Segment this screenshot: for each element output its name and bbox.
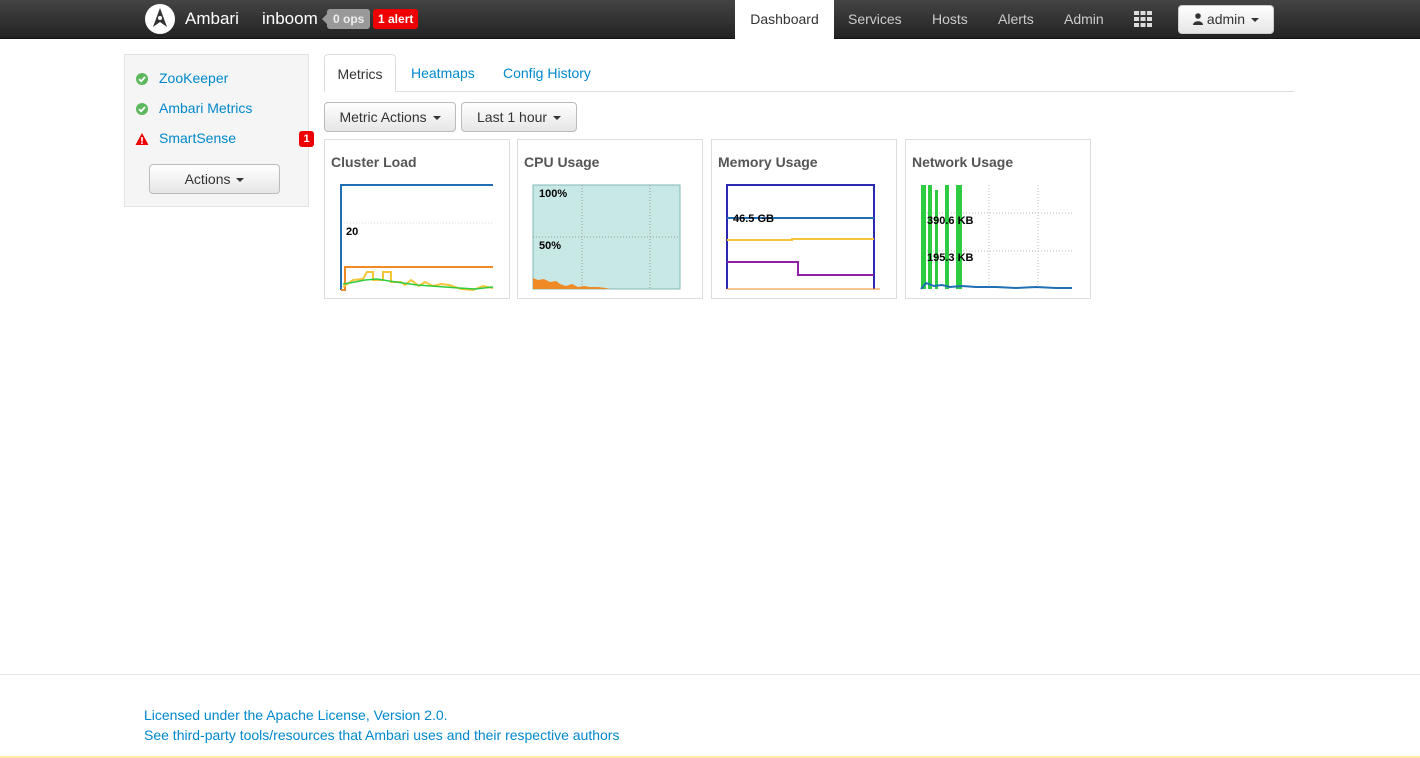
chevron-down-icon [1250,18,1259,23]
tab-heatmaps[interactable]: Heatmaps [411,54,475,92]
nav-hosts[interactable]: Hosts [932,0,968,39]
widget-network-usage[interactable]: Network Usage 390.6 KB 195.3 KB [905,139,1091,299]
chevron-down-icon [432,116,441,121]
actions-label: Actions [184,171,231,187]
chart-value-label: 20 [346,226,359,238]
widget-cpu-usage[interactable]: CPU Usage 100% 50% [517,139,703,299]
nav-admin[interactable]: Admin [1064,0,1104,39]
app-grid-icon[interactable] [1134,11,1152,27]
ambari-logo-icon[interactable] [144,3,176,35]
check-circle-icon [136,73,148,85]
cluster-load-chart [340,184,494,292]
top-navbar: Ambari inboom 0 ops 1 alert Dashboard Se… [0,0,1420,39]
tab-metrics[interactable]: Metrics [324,54,396,92]
services-sidebar: ZooKeeper Ambari Metrics SmartSense 1 Ac… [124,54,314,207]
alert-count-badge[interactable]: 1 [299,131,314,147]
time-range-dropdown[interactable]: Last 1 hour [461,102,577,132]
nav-services[interactable]: Services [848,0,902,39]
widget-cluster-load[interactable]: Cluster Load 20 [324,139,510,299]
tab-config-history[interactable]: Config History [503,54,591,92]
chart-axis-label-mid: 50% [539,240,562,252]
user-name: admin [1206,11,1246,27]
third-party-link[interactable]: See third-party tools/resources that Amb… [144,727,619,743]
cpu-usage-chart [532,184,681,290]
warning-triangle-icon [135,133,149,145]
chart-axis-label-mid: 195.3 KB [927,252,974,264]
service-label[interactable]: Ambari Metrics [159,100,252,116]
nav-dashboard[interactable]: Dashboard [735,0,834,39]
cluster-name[interactable]: inboom [262,9,318,29]
chart-axis-label-top: 390.6 KB [927,215,974,227]
service-label[interactable]: ZooKeeper [159,70,228,86]
page-footer: Licensed under the Apache License, Versi… [0,674,1420,758]
chevron-down-icon [236,178,245,183]
metric-actions-dropdown[interactable]: Metric Actions [324,102,456,132]
nav-alerts[interactable]: Alerts [998,0,1034,39]
user-menu-button[interactable]: admin [1178,5,1274,34]
license-link[interactable]: Licensed under the Apache License, Versi… [144,707,448,723]
chevron-down-icon [552,116,561,121]
time-range-label: Last 1 hour [477,109,548,125]
user-icon [1193,13,1204,25]
chart-axis-label-top: 100% [539,188,568,200]
metric-actions-label: Metric Actions [339,109,427,125]
widget-memory-usage[interactable]: Memory Usage 46.5 GB [711,139,897,299]
chart-value-label: 46.5 GB [733,213,774,225]
alerts-badge[interactable]: 1 alert [373,9,419,29]
brand-name[interactable]: Ambari [185,9,239,29]
service-label[interactable]: SmartSense [159,130,236,146]
ops-badge[interactable]: 0 ops [321,9,371,29]
check-circle-icon [136,103,148,115]
actions-button[interactable]: Actions [149,164,280,194]
sidebar-item-smartsense[interactable]: SmartSense 1 [135,129,315,149]
